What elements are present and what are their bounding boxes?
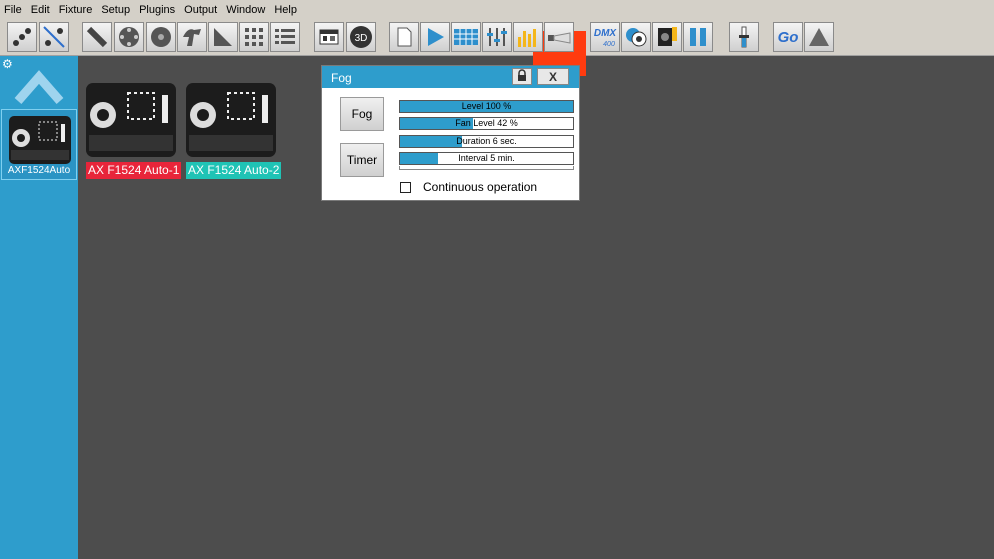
dmx-label: DMX [594, 28, 618, 39]
prism-icon [211, 25, 235, 49]
grid-button[interactable] [451, 22, 481, 52]
master-fader-icon [732, 25, 756, 49]
3d-label: 3D [355, 33, 368, 44]
new-scene-icon [392, 25, 416, 49]
fan-level-slider[interactable]: Fan Level 42 % [399, 117, 574, 130]
interval-slider-text: Interval 5 min. [458, 153, 515, 163]
lock-icon [516, 69, 528, 84]
duration-slider-text: Duration 6 sec. [456, 136, 517, 146]
continuous-operation-checkbox[interactable] [400, 181, 411, 193]
level-slider-text: Level 100 % [461, 101, 512, 111]
fog-button[interactable]: Fog [340, 97, 384, 131]
palette-icon [317, 25, 341, 49]
shape-icon [180, 25, 204, 49]
level-meters-button[interactable] [513, 22, 543, 52]
close-button[interactable]: X [537, 68, 569, 85]
pan-tilt-button[interactable] [82, 22, 112, 52]
fixture-library-sidebar: ⚙ AXF1524Auto [0, 56, 78, 559]
fixture-2-label[interactable]: AX F1524 Auto-2 [186, 162, 282, 179]
menu-file[interactable]: File [4, 4, 22, 16]
list-icon [273, 25, 297, 49]
matrix-icon [242, 25, 266, 49]
menu-edit[interactable]: Edit [31, 4, 50, 16]
fixture-2[interactable] [186, 83, 276, 160]
faders-button[interactable] [482, 22, 512, 52]
color-wheel-button[interactable] [114, 22, 144, 52]
gobo-wheel-button[interactable] [146, 22, 176, 52]
play-icon [423, 25, 447, 49]
continuous-operation-row[interactable]: Continuous operation [400, 180, 537, 194]
level-meters-icon [516, 25, 540, 49]
lock-button[interactable] [512, 68, 532, 85]
3d-view-button[interactable]: 3D [346, 22, 376, 52]
toolbar: 3D DMX 400 Go [0, 20, 994, 76]
go-icon: Go [774, 25, 802, 49]
menu-output[interactable]: Output [184, 4, 217, 16]
sidebar-fixture-item[interactable]: AXF1524Auto [1, 109, 77, 180]
shape-button[interactable] [177, 22, 207, 52]
master-fader-button[interactable] [729, 22, 759, 52]
color-wheel-icon [117, 25, 141, 49]
fog-machine-fixture-icon [86, 83, 176, 160]
level-slider[interactable]: Level 100 % [399, 100, 574, 113]
fade-icon [807, 25, 831, 49]
3d-icon: 3D [349, 25, 373, 49]
palette-button[interactable] [314, 22, 344, 52]
pause-icon [686, 25, 710, 49]
prism-button[interactable] [208, 22, 238, 52]
app-window: File Edit Fixture Setup Plugins Output W… [0, 0, 994, 559]
effects-icon [624, 25, 648, 49]
faders-icon [485, 25, 509, 49]
new-scene-button[interactable] [389, 22, 419, 52]
dmx-button[interactable]: DMX 400 [590, 22, 620, 52]
fog-machine-icon [546, 27, 572, 47]
go-button[interactable]: Go [773, 22, 803, 52]
menu-bar: File Edit Fixture Setup Plugins Output W… [0, 0, 994, 20]
list-button[interactable] [270, 22, 300, 52]
moving-head-button[interactable] [652, 22, 682, 52]
ungroup-fixtures-icon [42, 25, 66, 49]
go-label: Go [778, 29, 799, 46]
effects-button[interactable] [621, 22, 651, 52]
menu-setup[interactable]: Setup [101, 4, 130, 16]
pause-button[interactable] [683, 22, 713, 52]
fog-machine-button[interactable] [544, 22, 574, 52]
moving-head-icon [655, 25, 679, 49]
group-fixtures-button[interactable] [7, 22, 37, 52]
matrix-button[interactable] [239, 22, 269, 52]
play-button[interactable] [420, 22, 450, 52]
gear-icon[interactable]: ⚙ [2, 58, 13, 70]
fog-machine-fixture-icon [9, 116, 71, 167]
extra-slider-track [399, 166, 574, 170]
fog-machine-fixture-icon [186, 83, 276, 160]
dmx-sub-label: 400 [603, 41, 615, 48]
fog-panel: Fog X Fog Timer Level 100 % Fan Level 42… [321, 65, 580, 201]
menu-plugins[interactable]: Plugins [139, 4, 175, 16]
grid-icon [453, 27, 479, 47]
fixture-1-label[interactable]: AX F1524 Auto-1 [86, 162, 182, 179]
fade-button[interactable] [804, 22, 834, 52]
interval-slider[interactable]: Interval 5 min. [399, 152, 574, 165]
ungroup-fixtures-button[interactable] [39, 22, 69, 52]
sidebar-fixture-label: AXF1524Auto [7, 165, 71, 176]
fan-level-slider-text: Fan Level 42 % [455, 118, 518, 128]
fixture-1[interactable] [86, 83, 176, 160]
menu-help[interactable]: Help [274, 4, 297, 16]
dmx-icon: DMX 400 [591, 24, 619, 50]
timer-button[interactable]: Timer [340, 143, 384, 177]
duration-slider[interactable]: Duration 6 sec. [399, 135, 574, 148]
fog-panel-title: Fog [331, 71, 352, 85]
group-fixtures-icon [10, 25, 34, 49]
continuous-operation-label: Continuous operation [423, 180, 538, 194]
pan-tilt-icon [85, 25, 109, 49]
gobo-wheel-icon [149, 25, 173, 49]
fog-panel-titlebar[interactable]: Fog X [322, 66, 579, 88]
menu-window[interactable]: Window [226, 4, 265, 16]
chevron-up-icon[interactable] [14, 67, 64, 110]
menu-fixture[interactable]: Fixture [59, 4, 93, 16]
